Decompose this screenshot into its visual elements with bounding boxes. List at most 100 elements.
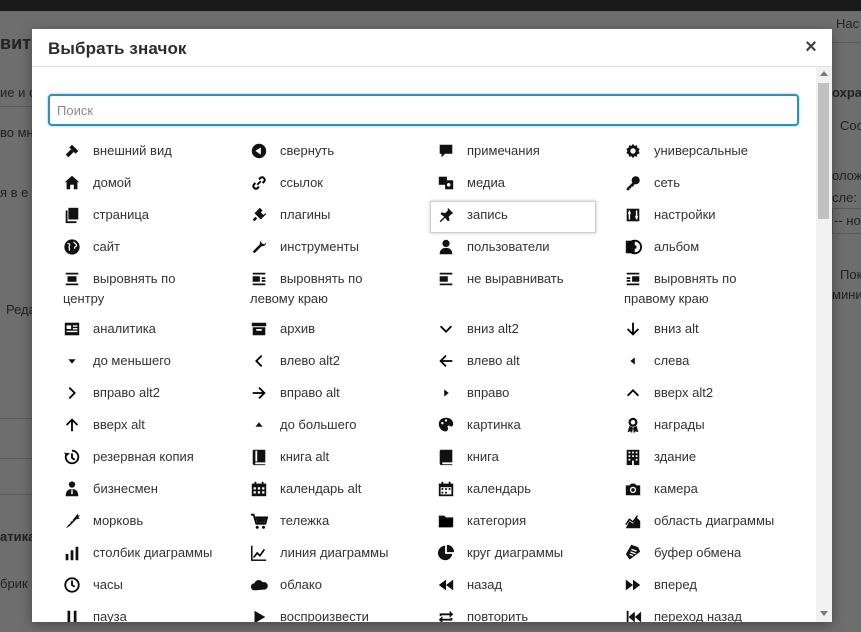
icon-option-label: не выравнивать — [467, 271, 564, 286]
icon-option-label: повторить — [467, 609, 529, 622]
chevron-right-icon — [63, 384, 81, 402]
icon-option-arrow-right[interactable]: вправо alt — [245, 378, 432, 410]
link-icon — [250, 174, 268, 192]
icon-option-skip-back[interactable]: переход назад — [619, 602, 806, 622]
icon-option-building[interactable]: здание — [619, 442, 806, 474]
scroll-up-arrow-icon[interactable] — [820, 71, 828, 76]
scrollbar-thumb[interactable] — [818, 83, 829, 219]
close-button[interactable]: × — [800, 36, 822, 58]
icon-option-label: резервная копия — [93, 449, 194, 464]
icon-option-chevron-up[interactable]: вверх alt2 — [619, 378, 806, 410]
icon-option-label: вперед — [654, 577, 697, 592]
icon-option-folder[interactable]: категория — [432, 506, 619, 538]
icon-option-user[interactable]: пользователи — [432, 232, 619, 264]
icon-option-forward[interactable]: вперед — [619, 570, 806, 602]
icon-option-clipboard[interactable]: буфер обмена — [619, 538, 806, 570]
icon-option-analytics[interactable]: аналитика — [58, 314, 245, 346]
bg-text: -- но — [834, 213, 861, 228]
icon-option-arrow-left[interactable]: влево alt — [432, 346, 619, 378]
icon-option-triangle-up[interactable]: до большего — [245, 410, 432, 442]
icon-option-label: назад — [467, 577, 503, 592]
scrollbar[interactable] — [816, 67, 832, 622]
icon-option-label: инструменты — [280, 239, 359, 254]
icon-option-chart-line[interactable]: линия диаграммы — [245, 538, 432, 570]
calendar-alt-icon — [250, 480, 268, 498]
icon-option-label: влево alt2 — [280, 353, 340, 368]
chart-pie-icon — [437, 544, 455, 562]
icon-option-book[interactable]: книга — [432, 442, 619, 474]
icon-option-label: выровнять по правому краю — [624, 271, 737, 306]
icon-option-play[interactable]: воспроизвести — [245, 602, 432, 622]
bg-text: мини — [832, 287, 861, 302]
icon-option-album[interactable]: альбом — [619, 232, 806, 264]
icon-option-triangle-right[interactable]: вправо — [432, 378, 619, 410]
icon-option-plugin[interactable]: плагины — [245, 200, 432, 232]
icon-option-key[interactable]: сеть — [619, 168, 806, 200]
album-icon — [624, 238, 642, 256]
icon-option-align-left[interactable]: выровнять по левому краю — [245, 264, 432, 314]
icon-option-label: выровнять по левому краю — [250, 271, 363, 306]
media-icon — [437, 174, 455, 192]
icon-option-cart[interactable]: тележка — [245, 506, 432, 538]
icon-option-chevron-right[interactable]: вправо alt2 — [58, 378, 245, 410]
globe-icon — [63, 238, 81, 256]
bg-text: атика — [0, 529, 36, 544]
icon-option-label: пауза — [93, 609, 127, 622]
icon-option-arrow-up[interactable]: вверх alt — [58, 410, 245, 442]
icon-option-link[interactable]: ссылок — [245, 168, 432, 200]
icon-option-backup[interactable]: резервная копия — [58, 442, 245, 474]
icon-option-pin[interactable]: запись — [430, 200, 619, 233]
icon-option-label: часы — [93, 577, 123, 592]
icon-option-triangle-down[interactable]: до меньшего — [58, 346, 245, 378]
icon-option-book-alt[interactable]: книга alt — [245, 442, 432, 474]
icon-option-label: бизнесмен — [93, 481, 158, 496]
icon-option-chevron-left[interactable]: влево alt2 — [245, 346, 432, 378]
icon-option-chart-bar[interactable]: столбик диаграммы — [58, 538, 245, 570]
bg-text: брик — [0, 576, 28, 591]
icon-option-home[interactable]: домой — [58, 168, 245, 200]
icon-option-page[interactable]: страница — [58, 200, 245, 232]
icon-option-label: вправо alt2 — [93, 385, 160, 400]
icon-option-align-center[interactable]: выровнять по центру — [58, 264, 245, 314]
icon-option-carrot[interactable]: морковь — [58, 506, 245, 538]
scroll-down-arrow-icon[interactable] — [820, 611, 828, 616]
icon-option-repeat[interactable]: повторить — [432, 602, 619, 622]
icon-option-globe[interactable]: сайт — [58, 232, 245, 264]
icon-option-align-none[interactable]: не выравнивать — [432, 264, 619, 314]
icon-option-pause[interactable]: пауза — [58, 602, 245, 622]
icon-option-label: сеть — [654, 175, 681, 190]
icon-option-paint-roller[interactable]: внешний вид — [58, 136, 245, 168]
icon-option-settings[interactable]: настройки — [619, 200, 806, 232]
icon-option-collapse[interactable]: свернуть — [245, 136, 432, 168]
icon-option-calendar[interactable]: календарь — [432, 474, 619, 506]
icon-option-comment[interactable]: примечания — [432, 136, 619, 168]
search-input[interactable] — [48, 94, 799, 126]
icon-option-archive[interactable]: архив — [245, 314, 432, 346]
icon-option-chart-pie[interactable]: круг диаграммы — [432, 538, 619, 570]
icon-option-calendar-alt[interactable]: календарь alt — [245, 474, 432, 506]
icon-option-camera[interactable]: камера — [619, 474, 806, 506]
icon-option-clock[interactable]: часы — [58, 570, 245, 602]
pin-icon — [437, 206, 455, 224]
align-none-icon — [437, 270, 455, 288]
icon-option-award[interactable]: награды — [619, 410, 806, 442]
chevron-up-icon — [624, 384, 642, 402]
icon-option-label: вправо — [467, 385, 510, 400]
icon-option-cloud[interactable]: облако — [245, 570, 432, 602]
palette-icon — [437, 416, 455, 434]
icon-option-gear[interactable]: универсальные — [619, 136, 806, 168]
icon-option-chart-area[interactable]: область диаграммы — [619, 506, 806, 538]
icon-option-label: вправо alt — [280, 385, 340, 400]
icon-option-chevron-down[interactable]: вниз alt2 — [432, 314, 619, 346]
skip-back-icon — [624, 608, 642, 622]
icon-option-wrench[interactable]: инструменты — [245, 232, 432, 264]
icon-option-rewind[interactable]: назад — [432, 570, 619, 602]
icon-option-media[interactable]: медиа — [432, 168, 619, 200]
icon-option-arrow-down[interactable]: вниз alt — [619, 314, 806, 346]
icon-option-label: награды — [654, 417, 705, 432]
icon-option-palette[interactable]: картинка — [432, 410, 619, 442]
book-icon — [437, 448, 455, 466]
icon-option-align-right[interactable]: выровнять по правому краю — [619, 264, 806, 314]
icon-option-triangle-left[interactable]: слева — [619, 346, 806, 378]
icon-option-businessman[interactable]: бизнесмен — [58, 474, 245, 506]
